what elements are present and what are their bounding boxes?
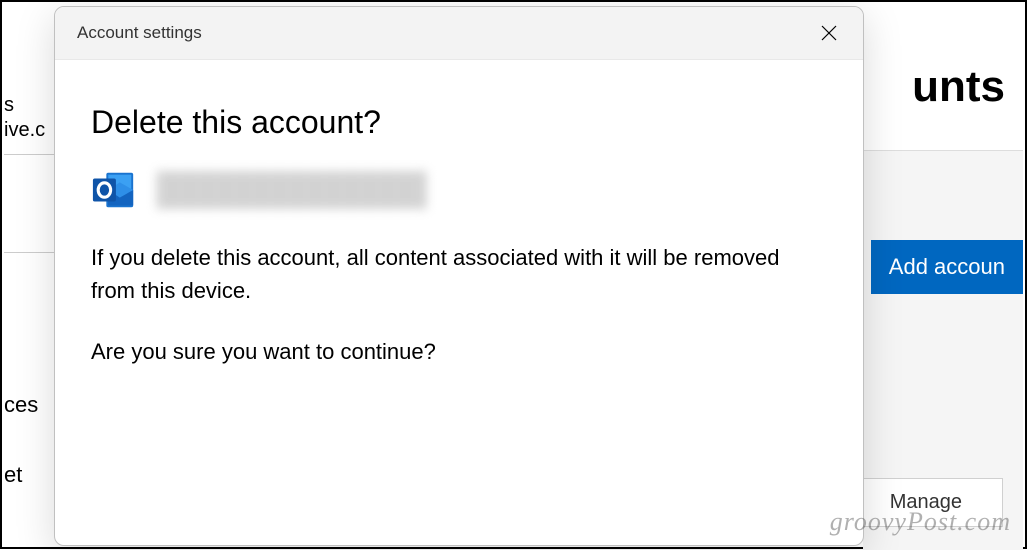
delete-account-dialog: Account settings Delete this account? If [54, 6, 864, 546]
dialog-warning-text: If you delete this account, all content … [91, 241, 827, 307]
sidebar-text-fragment: ive.c [4, 119, 45, 142]
dialog-body: Delete this account? If you delete this … [55, 60, 863, 416]
sidebar-text-fragment: et [4, 462, 22, 488]
divider [4, 252, 54, 253]
manage-button[interactable]: Manage [849, 478, 1003, 527]
account-email-redacted [157, 171, 427, 209]
outlook-icon [91, 167, 137, 213]
dialog-confirm-text: Are you sure you want to continue? [91, 335, 827, 368]
dialog-header: Account settings [55, 7, 863, 60]
close-icon [821, 25, 837, 41]
sidebar-text-fragment: s [4, 94, 14, 117]
account-row [91, 167, 827, 213]
dialog-header-title: Account settings [77, 23, 202, 43]
add-account-button[interactable]: Add accoun [871, 240, 1023, 294]
close-button[interactable] [815, 19, 843, 47]
divider [4, 154, 54, 155]
dialog-heading: Delete this account? [91, 104, 827, 141]
page-title-fragment: unts [912, 62, 1005, 112]
sidebar-text-fragment: ces [4, 392, 38, 418]
